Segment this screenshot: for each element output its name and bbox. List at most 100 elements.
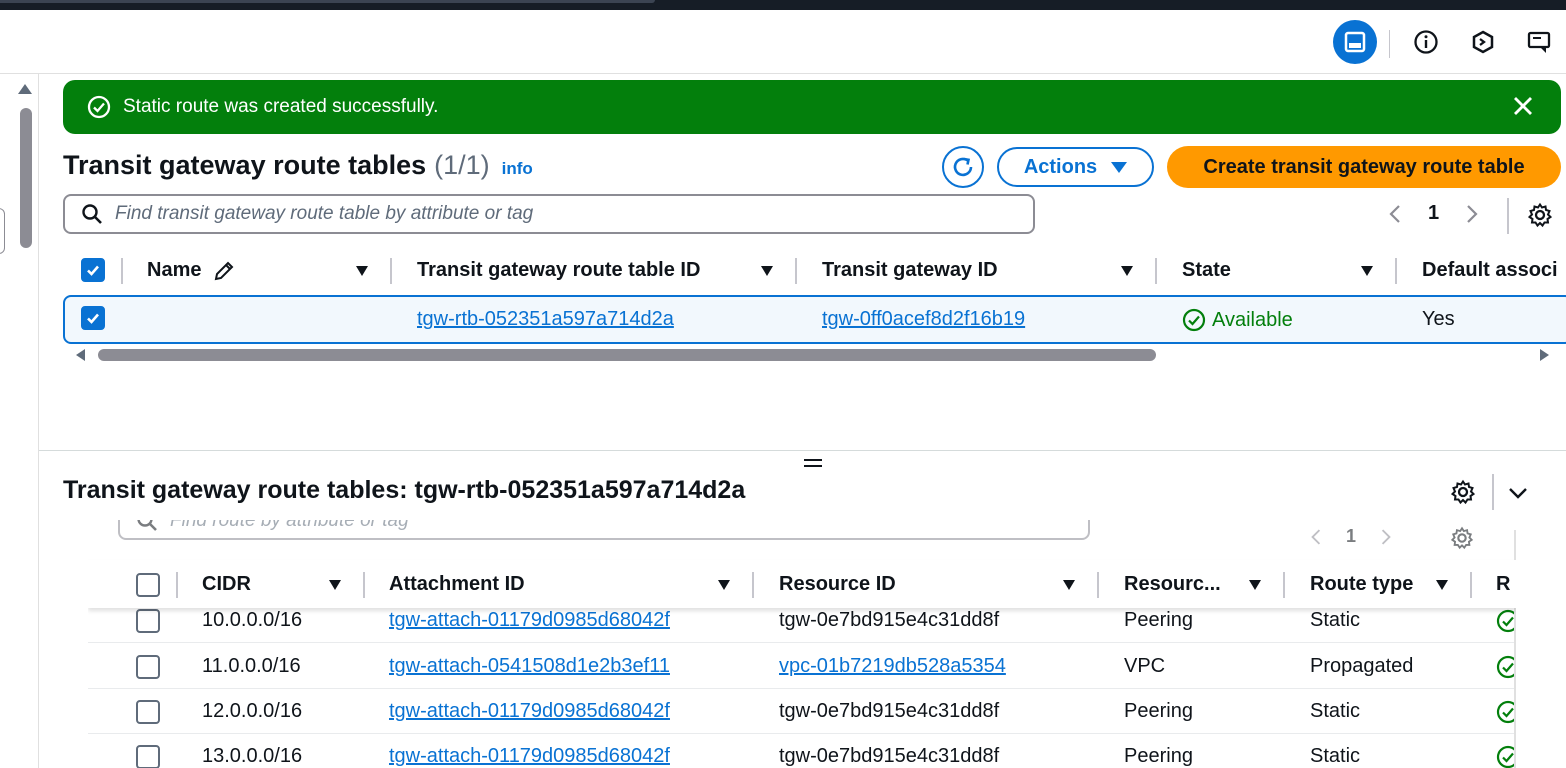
detail-settings-gear-icon[interactable]	[1450, 479, 1476, 510]
caret-down-icon	[1111, 161, 1128, 173]
attachment-id-link[interactable]: tgw-attach-01179d0985d68042f	[389, 609, 670, 632]
sort-resource-id-icon[interactable]	[1063, 580, 1075, 590]
column-header-cidr[interactable]: CIDR	[202, 573, 251, 596]
sort-route-table-id-icon[interactable]	[761, 266, 773, 276]
attachment-id-link[interactable]: tgw-attach-01179d0985d68042f	[389, 700, 670, 723]
header-divider	[1389, 30, 1390, 58]
column-header-attachment-id[interactable]: Attachment ID	[389, 573, 525, 596]
refresh-icon	[953, 157, 973, 177]
attachment-id-link[interactable]: tgw-attach-0541508d1e2b3ef11	[389, 655, 670, 678]
route-type-value: Static	[1310, 700, 1361, 722]
route-row[interactable]: 12.0.0.0/16 tgw-attach-01179d0985d68042f…	[88, 689, 1516, 734]
column-header-resource-id[interactable]: Resource ID	[779, 573, 896, 596]
next-page-icon[interactable]	[1465, 203, 1479, 225]
refresh-button[interactable]	[942, 146, 984, 188]
page-title-text: Transit gateway route tables	[63, 150, 427, 180]
cidr-value: 10.0.0.0/16	[202, 609, 303, 631]
page-number[interactable]: 1	[1346, 526, 1356, 547]
active-status-icon	[1496, 700, 1516, 729]
column-header-default-association[interactable]: Default associ	[1422, 259, 1566, 282]
cidr-value: 11.0.0.0/16	[202, 655, 301, 677]
attachment-id-link[interactable]: tgw-attach-01179d0985d68042f	[389, 745, 670, 768]
prev-page-icon[interactable]	[1388, 203, 1402, 225]
route-type-value: Static	[1310, 609, 1361, 631]
select-all-routes-checkbox[interactable]	[136, 573, 160, 597]
route-table-id-link[interactable]: tgw-rtb-052351a597a714d2a	[417, 308, 674, 331]
resource-id-value: tgw-0e7bd915e4c31dd8f	[779, 609, 1000, 631]
select-all-checkbox[interactable]	[81, 258, 105, 282]
column-separator	[1283, 572, 1285, 598]
gateway-id-link[interactable]: tgw-0ff0acef8d2f16b19	[822, 308, 1025, 331]
default-association-value: Yes	[1422, 308, 1455, 330]
vertical-scrollbar-thumb[interactable]	[20, 108, 32, 248]
column-header-name[interactable]: Name	[147, 259, 201, 282]
scroll-right-arrow-icon[interactable]	[1540, 349, 1549, 361]
resource-id-link[interactable]: vpc-01b7219db528a5354	[779, 655, 1006, 678]
feedback-icon[interactable]	[1517, 20, 1561, 64]
info-icon[interactable]	[1404, 20, 1448, 64]
route-type-value: Static	[1310, 745, 1361, 767]
selection-count: (1/1)	[434, 150, 490, 180]
browser-top-strip	[0, 0, 1566, 10]
create-route-table-button[interactable]: Create transit gateway route table	[1167, 146, 1561, 188]
routes-table-panel: Find route by attribute or tag 1 CIDR At…	[88, 520, 1516, 768]
settings-gear-icon[interactable]	[1527, 202, 1553, 233]
row-checkbox[interactable]	[136, 609, 160, 633]
route-settings-gear-icon[interactable]	[1450, 526, 1474, 555]
column-header-route-table-id[interactable]: Transit gateway route table ID	[417, 259, 700, 282]
search-icon	[82, 204, 102, 224]
page-number[interactable]: 1	[1428, 202, 1439, 225]
column-header-resource-type[interactable]: Resourc...	[1124, 573, 1221, 596]
cloudshell-icon[interactable]	[1461, 20, 1505, 64]
sort-state-icon[interactable]	[1361, 266, 1373, 276]
row-checkbox[interactable]	[136, 745, 160, 768]
sort-name-icon[interactable]	[356, 266, 368, 276]
resource-id-value: tgw-0e7bd915e4c31dd8f	[779, 745, 1000, 767]
row-checkbox[interactable]	[136, 655, 160, 679]
sort-gateway-id-icon[interactable]	[1121, 266, 1133, 276]
console-header	[0, 10, 1566, 74]
active-status-icon	[1496, 655, 1516, 684]
sort-route-type-icon[interactable]	[1436, 580, 1448, 590]
column-header-gateway-id[interactable]: Transit gateway ID	[822, 259, 998, 282]
close-icon[interactable]	[1511, 94, 1535, 118]
column-header-state[interactable]: State	[1182, 259, 1231, 282]
resize-handle-icon[interactable]	[804, 459, 822, 467]
edit-pencil-icon[interactable]	[212, 259, 236, 288]
search-placeholder: Find transit gateway route table by attr…	[115, 203, 534, 224]
row-checkbox[interactable]	[136, 700, 160, 724]
horizontal-scrollbar-thumb[interactable]	[98, 349, 1156, 361]
row-checkbox[interactable]	[81, 306, 105, 330]
column-separator	[121, 258, 123, 284]
state-text: Available	[1212, 308, 1293, 331]
column-separator	[1470, 572, 1472, 598]
column-separator	[390, 258, 392, 284]
pagination: 1	[1388, 202, 1479, 225]
info-link[interactable]: info	[502, 159, 533, 179]
scroll-left-arrow-icon[interactable]	[76, 349, 85, 361]
routes-table-header: CIDR Attachment ID Resource ID Resourc..…	[88, 560, 1516, 608]
actions-button[interactable]: Actions	[997, 147, 1154, 187]
scroll-up-arrow-icon[interactable]	[18, 84, 32, 94]
sort-resource-type-icon[interactable]	[1249, 580, 1261, 590]
column-separator	[795, 258, 797, 284]
resource-type-value: VPC	[1124, 655, 1166, 677]
column-separator	[1155, 258, 1157, 284]
collapse-chevron-down-icon[interactable]	[1506, 481, 1530, 510]
route-row[interactable]: 13.0.0.0/16 tgw-attach-01179d0985d68042f…	[88, 734, 1516, 768]
next-page-icon[interactable]	[1380, 527, 1392, 547]
sort-cidr-icon[interactable]	[329, 580, 341, 590]
route-row[interactable]: 11.0.0.0/16 tgw-attach-0541508d1e2b3ef11…	[88, 644, 1516, 689]
table-row[interactable]	[63, 295, 1566, 344]
resource-id-value: tgw-0e7bd915e4c31dd8f	[779, 700, 1000, 722]
actions-label: Actions	[1023, 155, 1098, 178]
active-status-icon	[1496, 745, 1516, 768]
sort-attachment-id-icon[interactable]	[718, 580, 730, 590]
column-header-route-type[interactable]: Route type	[1310, 573, 1413, 596]
side-panel-handle[interactable]	[0, 208, 5, 254]
prev-page-icon[interactable]	[1310, 527, 1322, 547]
panel-icon[interactable]	[1333, 20, 1377, 64]
column-header-route-state[interactable]: R	[1496, 573, 1510, 596]
route-search-input[interactable]: Find route by attribute or tag	[118, 520, 1090, 540]
route-table-search[interactable]: Find transit gateway route table by attr…	[63, 194, 1035, 234]
